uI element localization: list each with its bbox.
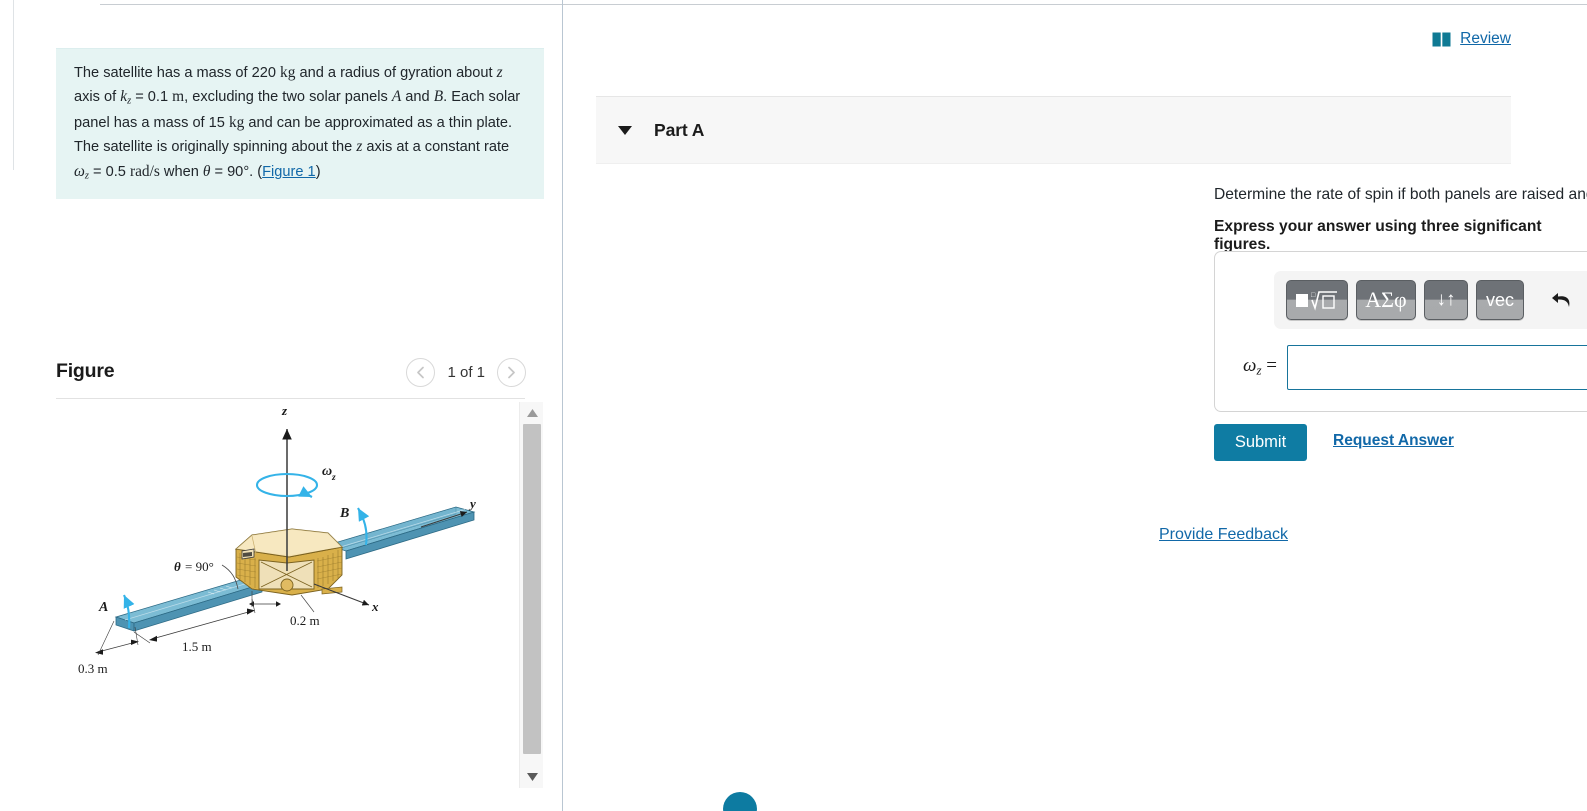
left-pane: The satellite has a mass of 220 kg and a… (0, 0, 562, 811)
chevron-right-icon (508, 366, 515, 379)
vector-button[interactable]: vec (1476, 280, 1524, 320)
caret-down-icon[interactable] (618, 125, 632, 135)
greek-symbols-button[interactable]: ΑΣφ (1356, 280, 1416, 320)
problem-seg-3: z (496, 64, 503, 81)
figure-title: Figure (56, 360, 115, 382)
problem-seg-2: and a radius of gyration about (295, 65, 497, 81)
problem-statement-box: The satellite has a mass of 220 kg and a… (56, 48, 544, 200)
answer-widget: □ ΑΣφ ↓↑ vec ωz = (1214, 251, 1587, 412)
problem-statement-text: The satellite has a mass of 220 kg and a… (74, 61, 528, 185)
problem-seg-9: , excluding the two solar panels (184, 89, 392, 106)
triangle-up-icon (526, 409, 538, 417)
figure-next-button[interactable] (497, 358, 526, 387)
dim-0-2: 0.2 m (249, 591, 320, 628)
theta-value: = 90° (185, 559, 214, 574)
problem-seg-18: ω (74, 162, 85, 180)
answer-variable: ω (1243, 355, 1257, 377)
figure-scrollbar[interactable] (519, 402, 543, 788)
satellite-diagram: z ω z y x B A θ = 90° 0.2 m 1.5 m 0.3 m (78, 403, 476, 676)
omega-z-indicator: ω z (255, 464, 336, 498)
problem-seg-4: axis of (74, 89, 121, 106)
satellite-body (234, 528, 344, 596)
panel-b-label: B (339, 506, 349, 521)
provide-feedback-link[interactable]: Provide Feedback (1159, 526, 1288, 544)
book-icon (1432, 32, 1451, 46)
part-a-label: Part A (654, 119, 705, 140)
answer-variable-sub: z (1256, 362, 1262, 378)
dim-0-3-label: 0.3 m (78, 661, 108, 676)
figure-1-link[interactable]: Figure 1 (262, 164, 316, 180)
problem-seg-0: The satellite has a mass of 220 (74, 65, 281, 81)
chevron-left-icon (417, 366, 425, 379)
problem-seg-22: when (159, 163, 203, 180)
scroll-up-button[interactable] (520, 402, 544, 424)
homework-page: The satellite has a mass of 220 kg and a… (0, 0, 1587, 811)
dim-0-2-label: 0.2 m (290, 613, 320, 628)
sort-order-button[interactable]: ↓↑ (1424, 280, 1468, 320)
answer-input[interactable] (1287, 344, 1587, 390)
question-pre: Determine the rate of spin if both panel… (1214, 186, 1587, 203)
problem-seg-1: kg (280, 64, 296, 81)
solar-panel-a (114, 578, 264, 632)
problem-seg-17: axis at a constant rate (362, 139, 510, 156)
dim-1-5-label: 1.5 m (182, 639, 212, 654)
part-a-question: Determine the rate of spin if both panel… (1214, 183, 1587, 206)
answer-equals: = (1266, 355, 1277, 377)
problem-seg-26: . ( (249, 163, 263, 180)
problem-seg-10: A (391, 88, 402, 106)
triangle-down-icon (526, 773, 538, 781)
panel-a-label: A (98, 600, 108, 615)
problem-seg-7: = 0.1 (131, 89, 173, 106)
answer-variable-label: ωz = (1215, 355, 1287, 379)
y-axis-label: y (468, 496, 476, 511)
answer-input-row: ωz = rad/s (1215, 338, 1587, 396)
review-link[interactable]: Review (1460, 30, 1511, 48)
z-axis-label: z (281, 403, 288, 418)
figure-header: Figure 1 of 1 (56, 352, 544, 398)
right-pane: Review Part A Determine the rate of spin… (563, 0, 1587, 811)
figure-prev-button[interactable] (406, 358, 436, 387)
omega-z-sub: z (331, 473, 336, 483)
part-a-header[interactable]: Part A (596, 96, 1511, 164)
submit-button[interactable]: Submit (1214, 424, 1307, 461)
theta-label: θ (174, 559, 181, 574)
problem-seg-20: = 0.5 (88, 163, 130, 180)
math-template-button[interactable]: □ (1286, 280, 1348, 320)
problem-seg-14: kg (228, 113, 245, 131)
problem-seg-11: and (401, 89, 434, 106)
problem-seg-28: ) (315, 163, 321, 180)
problem-seg-21: rad/s (129, 162, 160, 180)
solar-panel-b (326, 506, 476, 560)
undo-arrow-icon (1552, 293, 1570, 307)
math-toolbar: □ ΑΣφ ↓↑ vec (1274, 271, 1587, 329)
radical-template-icon: □ (1296, 291, 1337, 311)
figure-pagination: 1 of 1 (406, 358, 526, 387)
answer-instruction: Express your answer using three signific… (1214, 218, 1542, 253)
omega-z-label: ω (322, 464, 332, 479)
scroll-down-button[interactable] (520, 766, 544, 788)
problem-seg-8: m (172, 88, 185, 106)
figure-canvas: z ω z y x B A θ = 90° 0.2 m 1.5 m 0.3 m (56, 399, 518, 789)
problem-seg-24: = 90 (210, 163, 244, 180)
figure-counter: 1 of 1 (447, 364, 485, 381)
svg-text:□: □ (1311, 291, 1316, 299)
request-answer-link[interactable]: Request Answer (1333, 432, 1454, 450)
scrollbar-thumb[interactable] (523, 424, 541, 754)
review-link-container: Review (1432, 30, 1511, 48)
x-axis-label: x (371, 599, 379, 614)
undo-button[interactable] (1550, 289, 1574, 311)
problem-seg-12: B (433, 88, 444, 106)
figure-area: z ω z y x B A θ = 90° 0.2 m 1.5 m 0.3 m (56, 399, 544, 789)
